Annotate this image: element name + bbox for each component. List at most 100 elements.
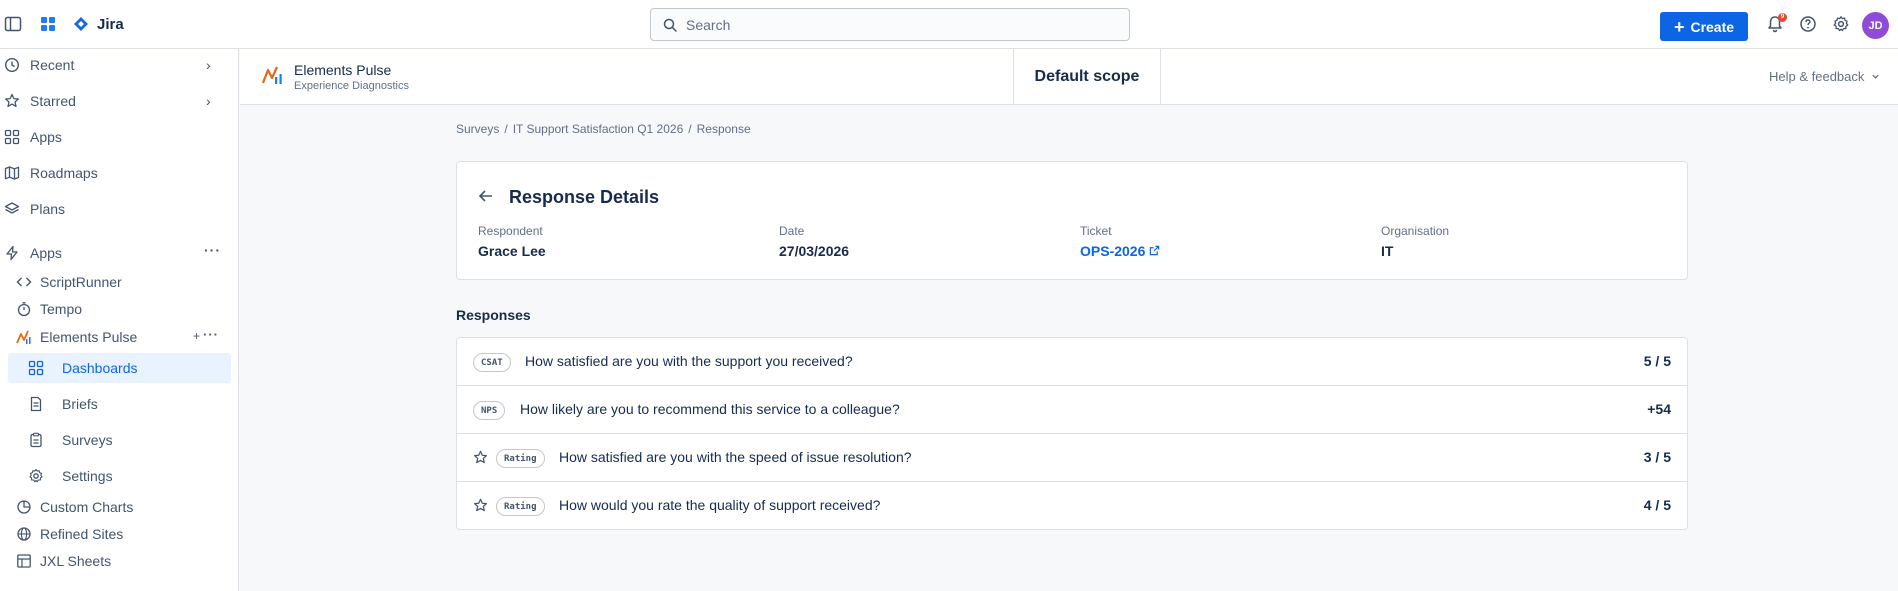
field-value: IT xyxy=(1381,243,1394,259)
field-ticket: Ticket OPS-2026 xyxy=(1080,224,1160,259)
field-label: Respondent xyxy=(478,224,543,238)
help-feedback-label: Help & feedback xyxy=(1769,69,1865,84)
stopwatch-icon xyxy=(17,302,31,317)
ticket-link[interactable]: OPS-2026 xyxy=(1080,243,1160,259)
sidebar-item-label: Settings xyxy=(62,468,113,484)
breadcrumb-separator: / xyxy=(688,122,692,136)
sidebar-item-label: Custom Charts xyxy=(40,499,134,515)
field-value: Grace Lee xyxy=(478,243,546,259)
sidebar-item-label: Briefs xyxy=(62,396,98,412)
sidebar-section-apps[interactable]: Apps ··· xyxy=(0,238,231,268)
response-row[interactable]: CSAT How satisfied are you with the supp… xyxy=(457,338,1687,386)
more-options-icon[interactable]: ··· xyxy=(204,242,221,258)
sidebar-toggle-icon[interactable] xyxy=(4,15,22,33)
sidebar-item-roadmaps[interactable]: Roadmaps xyxy=(0,158,231,188)
field-date: Date 27/03/2026 xyxy=(779,224,849,259)
chevron-down-icon xyxy=(1872,74,1879,79)
gear-icon xyxy=(29,468,43,483)
sidebar-item-settings[interactable]: Settings xyxy=(0,461,231,491)
elements-pulse-logo-icon xyxy=(262,66,282,84)
breadcrumb-separator: / xyxy=(504,122,508,136)
sidebar-item-label: Surveys xyxy=(62,432,113,448)
field-respondent: Respondent Grace Lee xyxy=(478,224,546,259)
response-score: 3 / 5 xyxy=(1643,449,1671,465)
notification-count-badge: 9 xyxy=(1778,13,1787,22)
sidebar-item-tempo[interactable]: Tempo xyxy=(0,296,231,322)
back-arrow-icon[interactable] xyxy=(478,188,494,204)
pie-chart-icon xyxy=(17,500,31,514)
response-row[interactable]: NPS How likely are you to recommend this… xyxy=(457,386,1687,434)
sidebar-item-elements-pulse[interactable]: Elements Pulse + ··· xyxy=(0,323,231,351)
question-type-badge: CSAT xyxy=(473,353,511,372)
question-type-badge: NPS xyxy=(473,401,506,420)
sidebar-item-custom-charts[interactable]: Custom Charts xyxy=(0,494,231,520)
app-switcher-icon[interactable] xyxy=(39,15,57,33)
response-details-card: Response Details Respondent Grace Lee Da… xyxy=(456,161,1688,280)
response-score: +54 xyxy=(1647,401,1671,417)
responses-list: CSAT How satisfied are you with the supp… xyxy=(456,337,1688,530)
star-icon[interactable] xyxy=(473,498,488,513)
help-feedback-menu[interactable]: Help & feedback xyxy=(1769,69,1880,84)
top-navigation-bar: Jira + Create 9 JD xyxy=(0,0,1898,49)
lightning-icon xyxy=(6,245,18,261)
sidebar-item-label: Dashboards xyxy=(62,360,138,376)
sidebar-item-briefs[interactable]: Briefs xyxy=(0,389,231,419)
help-icon[interactable] xyxy=(1799,15,1817,33)
response-row[interactable]: Rating How satisfied are you with the sp… xyxy=(457,434,1687,482)
apps-grid-icon xyxy=(4,129,20,145)
pulse-logo-icon xyxy=(16,330,31,344)
jira-logo-icon[interactable] xyxy=(74,17,88,31)
create-button-label: Create xyxy=(1690,18,1735,35)
breadcrumb-item-current: Response xyxy=(696,122,751,136)
scope-selector[interactable]: Default scope xyxy=(1013,49,1161,105)
user-avatar[interactable]: JD xyxy=(1862,12,1889,39)
more-options-icon[interactable]: ··· xyxy=(203,327,219,342)
sidebar: Recent › Starred › Apps Roadmaps Plans A… xyxy=(0,49,239,591)
sidebar-item-surveys[interactable]: Surveys xyxy=(0,425,231,455)
sidebar-item-label: Starred xyxy=(30,93,76,109)
app-subtitle: Experience Diagnostics xyxy=(294,80,409,92)
sidebar-section-label: Apps xyxy=(30,245,62,261)
page-title: Response Details xyxy=(509,187,660,207)
question-text: How satisfied are you with the speed of … xyxy=(559,449,912,465)
create-button[interactable]: + Create xyxy=(1660,12,1748,41)
breadcrumb-item[interactable]: IT Support Satisfaction Q1 2026 xyxy=(513,122,684,136)
response-row[interactable]: Rating How would you rate the quality of… xyxy=(457,482,1687,530)
sidebar-item-label: Elements Pulse xyxy=(40,329,138,345)
sidebar-item-plans[interactable]: Plans xyxy=(0,194,231,224)
field-value: 27/03/2026 xyxy=(779,243,850,259)
dashboard-icon xyxy=(28,360,44,376)
question-type-badge: Rating xyxy=(496,449,545,468)
field-label: Organisation xyxy=(1381,224,1450,238)
app-name: Elements Pulse xyxy=(294,62,392,78)
sidebar-item-dashboards[interactable]: Dashboards xyxy=(8,353,231,383)
search-icon xyxy=(663,18,677,32)
sidebar-item-label: Roadmaps xyxy=(30,165,98,181)
search-box[interactable] xyxy=(650,8,1130,41)
scope-label: Default scope xyxy=(1034,68,1140,85)
sidebar-item-starred[interactable]: Starred › xyxy=(0,86,231,116)
star-icon[interactable] xyxy=(473,450,488,465)
chevron-right-icon[interactable]: › xyxy=(206,93,211,109)
sidebar-item-label: Apps xyxy=(30,129,62,145)
chevron-right-icon[interactable]: › xyxy=(206,57,211,73)
star-icon xyxy=(5,93,19,108)
jira-app-name[interactable]: Jira xyxy=(97,16,124,33)
sidebar-item-recent[interactable]: Recent › xyxy=(0,50,231,80)
breadcrumb-item[interactable]: Surveys xyxy=(456,122,499,136)
sidebar-item-scriptrunner[interactable]: ScriptRunner xyxy=(0,269,231,295)
sidebar-item-refined-sites[interactable]: Refined Sites xyxy=(0,521,231,547)
sidebar-item-jxl-sheets[interactable]: JXL Sheets xyxy=(0,548,231,574)
question-type-badge: Rating xyxy=(496,497,545,516)
app-header: Elements Pulse Experience Diagnostics De… xyxy=(240,49,1898,105)
table-icon xyxy=(17,554,31,568)
response-score: 5 / 5 xyxy=(1643,353,1671,369)
sidebar-item-label: JXL Sheets xyxy=(40,553,112,569)
settings-gear-icon[interactable] xyxy=(1832,15,1850,33)
globe-icon xyxy=(17,527,31,541)
search-input[interactable] xyxy=(686,15,1116,35)
breadcrumb: Surveys / IT Support Satisfaction Q1 2026 /… xyxy=(456,122,751,136)
document-icon xyxy=(30,396,42,412)
add-icon[interactable]: + xyxy=(193,329,200,343)
sidebar-item-apps[interactable]: Apps xyxy=(0,122,231,152)
